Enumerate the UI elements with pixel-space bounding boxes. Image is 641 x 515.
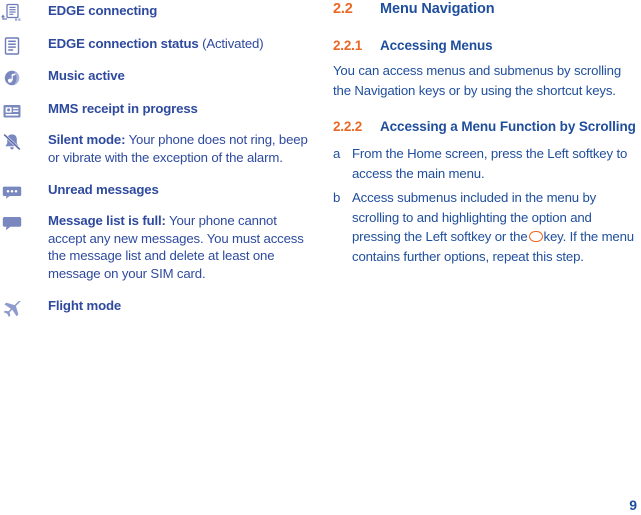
section-number: 2.2.1 <box>333 38 363 53</box>
list-item: Music active <box>0 67 312 88</box>
list-item: EDGE connecting <box>0 2 312 23</box>
list-item-text: Unread messages <box>48 181 159 197</box>
section-number: 2.2.2 <box>333 119 363 134</box>
unread-messages-icon <box>1 182 23 202</box>
manual-page: EDGE connecting EDGE connection status (… <box>0 0 641 515</box>
ok-key-icon <box>528 231 543 242</box>
section-title: Menu Navigation <box>380 1 495 17</box>
list-item: EDGE connection status (Activated) <box>0 35 312 56</box>
section-title: Accessing Menus <box>380 38 493 53</box>
list-item: Message list is full: Your phone cannot … <box>0 212 312 282</box>
page-number: 9 <box>629 497 637 513</box>
edge-connecting-icon <box>1 3 23 23</box>
section-heading-2-2-2: 2.2.2 Accessing a Menu Function by Scrol… <box>333 118 636 136</box>
section-content: 2.2 Menu Navigation 2.2.1 Accessing Menu… <box>333 0 636 271</box>
list-item-text: EDGE connection status (Activated) <box>48 35 264 51</box>
music-active-icon <box>1 68 23 88</box>
list-item: MMS receipt in progress <box>0 100 312 118</box>
list-item-text: MMS receipt in progress <box>48 100 198 116</box>
list-item-text: EDGE connecting <box>48 3 158 18</box>
list-item: Flight mode <box>0 297 312 318</box>
section-heading-2-2-1: 2.2.1 Accessing Menus <box>333 37 636 55</box>
section-body-text: You can access menus and submenus by scr… <box>333 63 622 98</box>
list-item-text: Music active <box>48 68 125 84</box>
list-item: a From the Home screen, press the Left s… <box>333 144 636 183</box>
edge-connection-status-icon <box>1 36 23 56</box>
flight-mode-icon <box>1 298 23 318</box>
step-text: From the Home screen, press the Left sof… <box>352 146 628 181</box>
silent-mode-icon <box>1 132 23 152</box>
list-item: Silent mode: Your phone does not ring, b… <box>0 131 312 166</box>
list-item-text: Flight mode <box>48 297 122 313</box>
mms-receipt-icon <box>1 101 23 121</box>
list-item: b Access submenus included in the menu b… <box>333 188 636 266</box>
status-indicator-list: EDGE connecting EDGE connection status (… <box>0 0 312 318</box>
step-marker: a <box>333 146 341 161</box>
section-number: 2.2 <box>333 1 353 17</box>
list-item: Unread messages <box>0 181 312 199</box>
list-item-text: Message list is full: Your phone cannot … <box>48 213 304 281</box>
section-title: Accessing a Menu Function by Scrolling <box>380 119 636 134</box>
message-list-full-icon <box>1 213 23 233</box>
list-item-text: Silent mode: Your phone does not ring, b… <box>48 132 308 165</box>
step-marker: b <box>333 190 341 205</box>
section-heading-2-2: 2.2 Menu Navigation <box>333 0 636 19</box>
step-list: a From the Home screen, press the Left s… <box>333 144 636 266</box>
